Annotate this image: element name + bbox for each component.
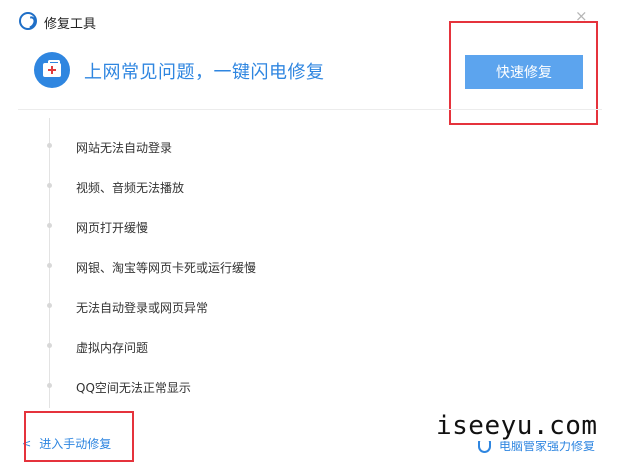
first-aid-kit-icon: [34, 52, 70, 88]
hero-headline: 上网常见问题，一键闪电修复: [84, 62, 325, 83]
header-divider: [18, 109, 602, 110]
app-logo-icon: [19, 12, 37, 30]
issue-item: 虚拟内存问题: [76, 341, 149, 355]
issue-item: 网站无法自动登录: [76, 141, 173, 155]
watermark: iseeyu.com: [434, 411, 600, 441]
timeline-line: [49, 118, 50, 408]
issue-item: 网页打开缓慢: [76, 221, 149, 235]
red-cross: [48, 65, 56, 75]
kit-body: [43, 60, 61, 77]
issue-item: 视频、音频无法播放: [76, 181, 185, 195]
issue-item: QQ空间无法正常显示: [76, 381, 191, 395]
issue-item: 网银、淘宝等网页卡死或运行缓慢: [76, 261, 257, 275]
window-title: 修复工具: [44, 17, 97, 32]
issue-item: 无法自动登录或网页异常: [76, 301, 209, 315]
highlight-box-manual: [24, 411, 134, 462]
